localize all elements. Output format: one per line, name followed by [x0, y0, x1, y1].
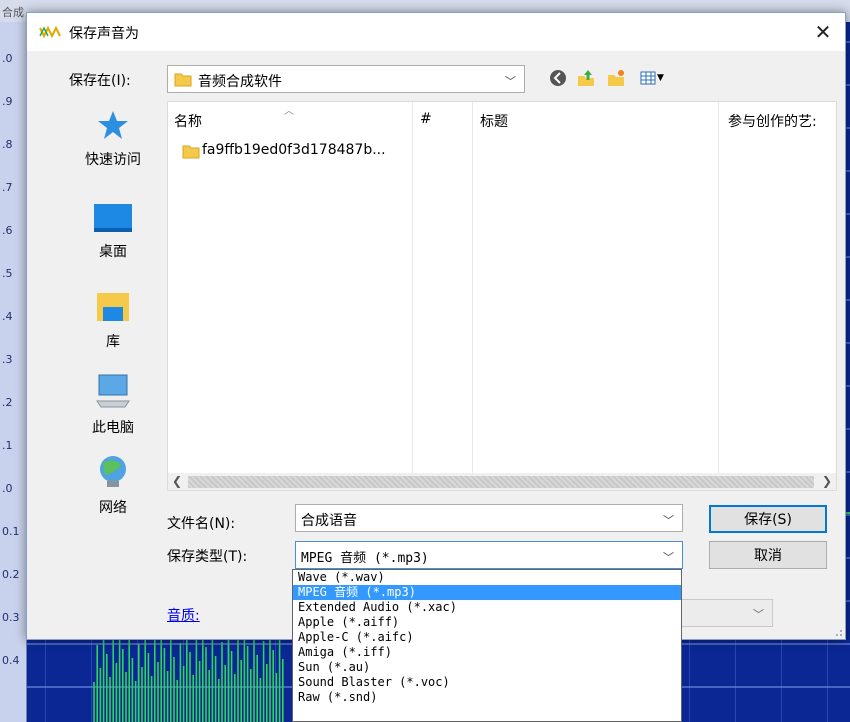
filetype-select[interactable]: MPEG 音频 (*.mp3) ﹀: [295, 541, 683, 569]
column-header-title[interactable]: 标题: [480, 111, 508, 131]
dropdown-option[interactable]: Apple (*.aiff): [293, 615, 681, 630]
ruler-label: .0: [2, 52, 13, 65]
close-icon: ✕: [814, 20, 832, 44]
dialog-titlebar[interactable]: 保存声音为 ✕: [27, 13, 845, 51]
ruler-label: .2: [2, 396, 13, 409]
dropdown-option[interactable]: Apple-C (*.aifc): [293, 630, 681, 645]
place-network[interactable]: 网络: [63, 453, 163, 517]
place-this-pc[interactable]: 此电脑: [63, 373, 163, 437]
horizontal-scrollbar[interactable]: ❮ ❯: [167, 473, 837, 491]
background-top-label: 合成: [2, 6, 24, 19]
scrollbar-thumb[interactable]: [188, 476, 814, 488]
ruler-label: 0.1: [2, 525, 20, 538]
column-header-number[interactable]: #: [420, 111, 432, 127]
back-arrow-icon: [550, 70, 566, 86]
file-list-view[interactable]: ︿ 名称 # 标题 参与创作的艺: fa9ffb19ed0f3d178487b.…: [167, 101, 837, 491]
dropdown-option-selected[interactable]: MPEG 音频 (*.mp3): [293, 585, 681, 600]
ruler-label: 0.4: [2, 654, 20, 667]
computer-icon: [96, 374, 130, 408]
ruler-label: .7: [2, 181, 13, 194]
dropdown-option[interactable]: Raw (*.snd): [293, 690, 681, 705]
dialog-title: 保存声音为: [69, 26, 139, 42]
view-menu-button[interactable]: ▼: [635, 67, 669, 89]
save-button[interactable]: 保存(S): [709, 505, 827, 533]
column-header-name[interactable]: 名称: [174, 111, 202, 131]
star-icon: [98, 111, 128, 139]
chevron-down-icon[interactable]: ﹀: [663, 549, 674, 565]
folder-icon: [174, 73, 192, 87]
new-folder-button[interactable]: [605, 67, 627, 89]
up-folder-icon: [578, 70, 594, 86]
place-desktop[interactable]: 桌面: [63, 203, 163, 261]
cancel-button[interactable]: 取消: [709, 541, 827, 569]
sort-ascending-icon: ︿: [284, 106, 294, 117]
dropdown-option[interactable]: Wave (*.wav): [293, 570, 681, 585]
filename-value: 合成语音: [301, 513, 357, 529]
chevron-down-icon[interactable]: ﹀: [753, 606, 764, 622]
back-button[interactable]: [547, 67, 569, 89]
column-divider: [412, 102, 413, 482]
ruler-label: .5: [2, 267, 13, 280]
column-divider: [718, 102, 719, 482]
chevron-down-icon: ﹀: [505, 75, 516, 88]
waveform-app-icon: [39, 25, 61, 39]
place-libraries[interactable]: 库: [63, 291, 163, 351]
save-sound-dialog: 保存声音为 ✕ 保存在(I): 音频合成软件 ﹀ ▼ 快速访问 桌面 库 此电脑…: [26, 12, 846, 640]
filetype-label: 保存类型(T):: [167, 549, 248, 565]
filename-label: 文件名(N):: [167, 516, 236, 532]
filetype-value: MPEG 音频 (*.mp3): [301, 551, 429, 566]
folder-icon: [182, 145, 200, 159]
ruler-label: .9: [2, 95, 13, 108]
save-in-combo[interactable]: 音频合成软件 ﹀: [167, 65, 525, 93]
places-bar: 快速访问 桌面 库 此电脑 网络: [63, 101, 163, 571]
chevron-down-icon[interactable]: ﹀: [663, 512, 674, 528]
ruler-label: .1: [2, 439, 13, 452]
column-divider: [472, 102, 473, 482]
ruler-label: .8: [2, 138, 13, 151]
scroll-left-icon[interactable]: ❮: [172, 474, 182, 488]
file-name: fa9ffb19ed0f3d178487b...: [202, 142, 386, 158]
ruler-label: 0.2: [2, 568, 20, 581]
dropdown-option[interactable]: Sun (*.au): [293, 660, 681, 675]
place-label: 快速访问: [85, 152, 141, 168]
view-grid-icon: [640, 71, 656, 85]
quality-link[interactable]: 音质:: [167, 605, 200, 625]
place-label: 网络: [99, 500, 127, 516]
resize-grip-icon[interactable]: [831, 625, 843, 637]
network-icon: [100, 456, 126, 487]
dropdown-caret-icon: ▼: [657, 73, 664, 83]
ruler-label: .3: [2, 353, 13, 366]
ruler-label: .4: [2, 310, 13, 323]
library-icon: [97, 293, 129, 321]
column-header-row: ︿ 名称 # 标题 参与创作的艺:: [168, 102, 836, 482]
filetype-dropdown-list[interactable]: Wave (*.wav) MPEG 音频 (*.mp3) Extended Au…: [292, 569, 682, 722]
close-button[interactable]: ✕: [801, 13, 845, 51]
up-folder-button[interactable]: [575, 67, 597, 89]
filename-input[interactable]: 合成语音 ﹀: [295, 504, 683, 532]
dropdown-option[interactable]: Amiga (*.iff): [293, 645, 681, 660]
ruler-label: .6: [2, 224, 13, 237]
desktop-icon: [94, 204, 132, 232]
save-in-value: 音频合成软件: [198, 74, 282, 90]
place-label: 此电脑: [92, 420, 134, 436]
place-quick-access[interactable]: 快速访问: [63, 109, 163, 169]
scroll-right-icon[interactable]: ❯: [822, 474, 832, 488]
place-label: 库: [106, 334, 120, 350]
new-folder-icon: [608, 70, 624, 86]
ruler-label: .0: [2, 482, 13, 495]
place-label: 桌面: [99, 244, 127, 260]
save-in-label: 保存在(I):: [69, 73, 131, 89]
dropdown-option[interactable]: Extended Audio (*.xac): [293, 600, 681, 615]
dropdown-option[interactable]: Sound Blaster (*.voc): [293, 675, 681, 690]
amplitude-ruler: .0 .9 .8 .7 .6 .5 .4 .3 .2 .1 .0 0.1 0.2 0.3 0.4: [0, 22, 27, 722]
column-header-artists[interactable]: 参与创作的艺:: [728, 111, 817, 131]
ruler-label: 0.3: [2, 611, 20, 624]
